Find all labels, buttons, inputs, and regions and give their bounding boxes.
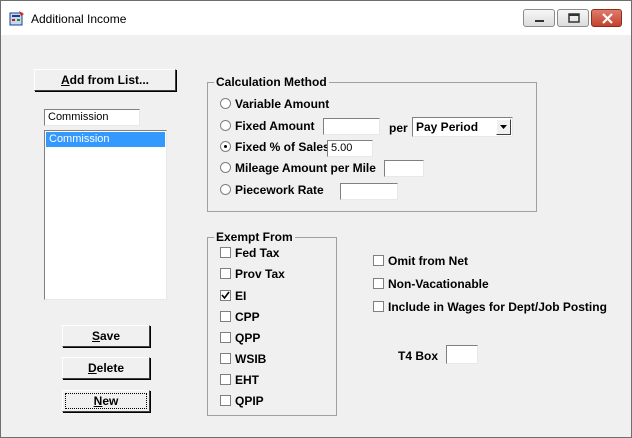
checkbox-non-vacationable[interactable]: [373, 278, 384, 289]
additional-income-window: Additional Income Add from List... Commi…: [0, 0, 632, 438]
close-button[interactable]: [591, 9, 622, 27]
new-button[interactable]: New: [62, 390, 150, 412]
fed-tax-label: Fed Tax: [235, 246, 280, 260]
dropdown-button[interactable]: [496, 119, 511, 135]
non-vacationable-label: Non-Vacationable: [388, 277, 489, 291]
per-label: per: [389, 121, 408, 135]
piecework-input[interactable]: [340, 183, 398, 200]
t4-box-input[interactable]: [446, 345, 478, 364]
checkbox-wsib[interactable]: [220, 353, 231, 364]
fixed-amount-label: Fixed Amount: [235, 119, 315, 133]
wsib-label: WSIB: [235, 352, 267, 366]
checkbox-eht[interactable]: [220, 374, 231, 385]
app-icon: [9, 11, 24, 26]
checkbox-cpp[interactable]: [220, 311, 231, 322]
close-icon: [602, 13, 613, 24]
fixed-pct-input[interactable]: 5.00: [327, 140, 373, 157]
include-wages-label: Include in Wages for Dept/Job Posting: [388, 300, 607, 314]
checkbox-omit-from-net[interactable]: [373, 255, 384, 266]
per-period-select[interactable]: Pay Period: [412, 117, 513, 137]
fixed-amount-input[interactable]: [323, 118, 380, 135]
fixed-pct-sales-label: Fixed % of Sales: [235, 140, 330, 154]
checkbox-qpip[interactable]: [220, 395, 231, 406]
exempt-ei[interactable]: EI: [220, 289, 320, 305]
omit-from-net-option[interactable]: Omit from Net: [373, 254, 513, 270]
checkbox-ei[interactable]: [220, 290, 231, 301]
checkbox-include-wages[interactable]: [373, 301, 384, 312]
mileage-radio[interactable]: Mileage Amount per Mile: [220, 161, 385, 177]
include-wages-option[interactable]: Include in Wages for Dept/Job Posting: [373, 300, 613, 316]
new-label: ew: [102, 394, 119, 408]
exempt-cpp[interactable]: CPP: [220, 310, 320, 326]
t4-box-label: T4 Box: [398, 349, 439, 363]
list-item[interactable]: Commission: [46, 132, 165, 147]
radio-piecework[interactable]: [220, 184, 231, 195]
radio-mileage[interactable]: [220, 162, 231, 173]
maximize-icon: [568, 13, 580, 23]
exempt-qpip[interactable]: QPIP: [220, 394, 320, 410]
ei-label: EI: [235, 289, 247, 303]
window-title: Additional Income: [31, 12, 127, 26]
checkbox-qpp[interactable]: [220, 332, 231, 343]
checkbox-prov-tax[interactable]: [220, 268, 231, 279]
per-period-value: Pay Period: [416, 120, 479, 134]
exempt-wsib[interactable]: WSIB: [220, 352, 320, 368]
save-button[interactable]: Save: [62, 325, 150, 347]
delete-button[interactable]: Delete: [62, 357, 150, 379]
delete-accel: D: [87, 361, 97, 375]
variable-amount-radio[interactable]: Variable Amount: [220, 97, 360, 113]
prov-tax-label: Prov Tax: [235, 267, 285, 281]
mileage-input[interactable]: [384, 160, 424, 177]
dialog-client-area: Add from List... Commission Commission S…: [9, 35, 623, 431]
qpp-label: QPP: [235, 331, 261, 345]
fixed-pct-sales-radio[interactable]: Fixed % of Sales: [220, 140, 340, 156]
piecework-label: Piecework Rate: [235, 183, 324, 197]
delete-label: elete: [96, 361, 125, 375]
non-vacationable-option[interactable]: Non-Vacationable: [373, 277, 513, 293]
variable-amount-label: Variable Amount: [235, 97, 330, 111]
income-name-input[interactable]: Commission: [44, 109, 140, 126]
save-accel: S: [91, 329, 100, 343]
save-label: ave: [99, 329, 121, 343]
minimize-button[interactable]: [523, 9, 555, 27]
exempt-fed-tax[interactable]: Fed Tax: [220, 246, 320, 262]
eht-label: EHT: [235, 373, 259, 387]
add-from-list-accel: A: [60, 73, 70, 87]
income-list[interactable]: Commission: [44, 130, 167, 300]
add-from-list-label: dd from List...: [69, 73, 149, 87]
radio-fixed-amount[interactable]: [220, 120, 231, 131]
checkbox-fed-tax[interactable]: [220, 247, 231, 258]
radio-variable-amount[interactable]: [220, 98, 231, 109]
omit-from-net-label: Omit from Net: [388, 254, 469, 268]
checkmark-icon: [221, 291, 230, 300]
cpp-label: CPP: [235, 310, 260, 324]
maximize-button[interactable]: [557, 9, 589, 27]
fixed-amount-radio[interactable]: Fixed Amount: [220, 119, 330, 135]
qpip-label: QPIP: [235, 394, 264, 408]
mileage-label: Mileage Amount per Mile: [235, 161, 376, 175]
exempt-from-legend: Exempt From: [216, 230, 293, 244]
calculation-method-legend: Calculation Method: [216, 75, 327, 89]
piecework-radio[interactable]: Piecework Rate: [220, 183, 340, 199]
chevron-down-icon: [500, 125, 507, 129]
title-bar[interactable]: Additional Income: [1, 1, 631, 35]
add-from-list-button[interactable]: Add from List...: [34, 69, 176, 91]
exempt-qpp[interactable]: QPP: [220, 331, 320, 347]
exempt-eht[interactable]: EHT: [220, 373, 320, 389]
exempt-prov-tax[interactable]: Prov Tax: [220, 267, 320, 283]
radio-fixed-pct-sales[interactable]: [220, 141, 231, 152]
minimize-icon: [535, 20, 544, 22]
